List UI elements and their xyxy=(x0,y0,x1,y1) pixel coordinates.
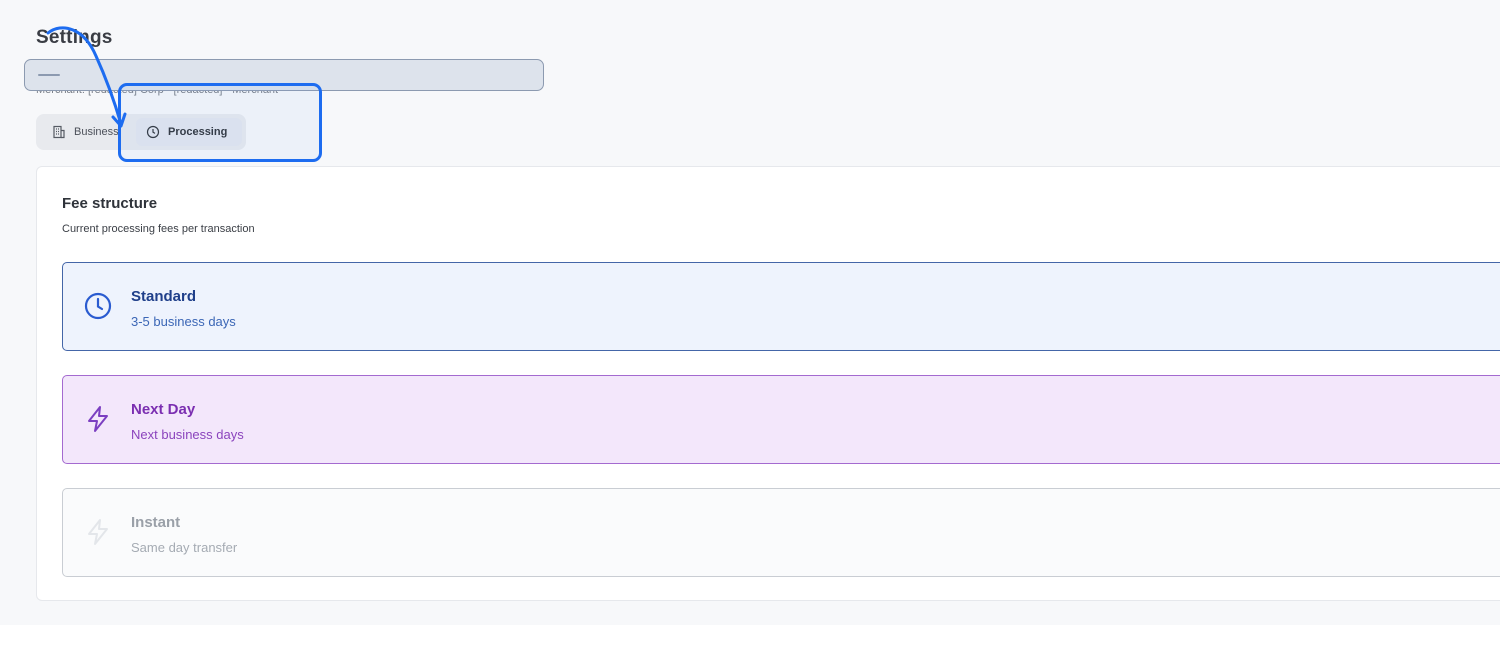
option-next-day-title: Next Day xyxy=(131,401,196,418)
fee-structure-title: Fee structure xyxy=(62,195,158,212)
building-icon xyxy=(52,125,66,139)
option-standard-description: 3-5 business days xyxy=(131,314,236,329)
option-standard-title: Standard xyxy=(131,288,197,305)
clock-icon xyxy=(83,291,113,326)
tab-business-label: Business xyxy=(74,126,119,138)
option-standard[interactable]: Standard 3-5 business days xyxy=(62,262,1500,351)
redaction-dash xyxy=(38,74,60,76)
lightning-icon xyxy=(83,517,113,552)
option-next-day[interactable]: Next Day Next business days xyxy=(62,375,1500,464)
tab-business[interactable]: Business xyxy=(46,118,119,146)
highlight-box xyxy=(118,83,322,162)
lightning-icon xyxy=(83,404,113,439)
page-title: Settings xyxy=(36,27,113,48)
option-instant-title: Instant xyxy=(131,514,181,531)
fee-structure-card: Fee structure Current processing fees pe… xyxy=(36,166,1500,601)
option-next-day-description: Next business days xyxy=(131,427,244,442)
option-instant-description: Same day transfer xyxy=(131,540,238,555)
option-instant[interactable]: Instant Same day transfer xyxy=(62,488,1500,577)
fee-structure-subtitle: Current processing fees per transaction xyxy=(62,223,255,235)
